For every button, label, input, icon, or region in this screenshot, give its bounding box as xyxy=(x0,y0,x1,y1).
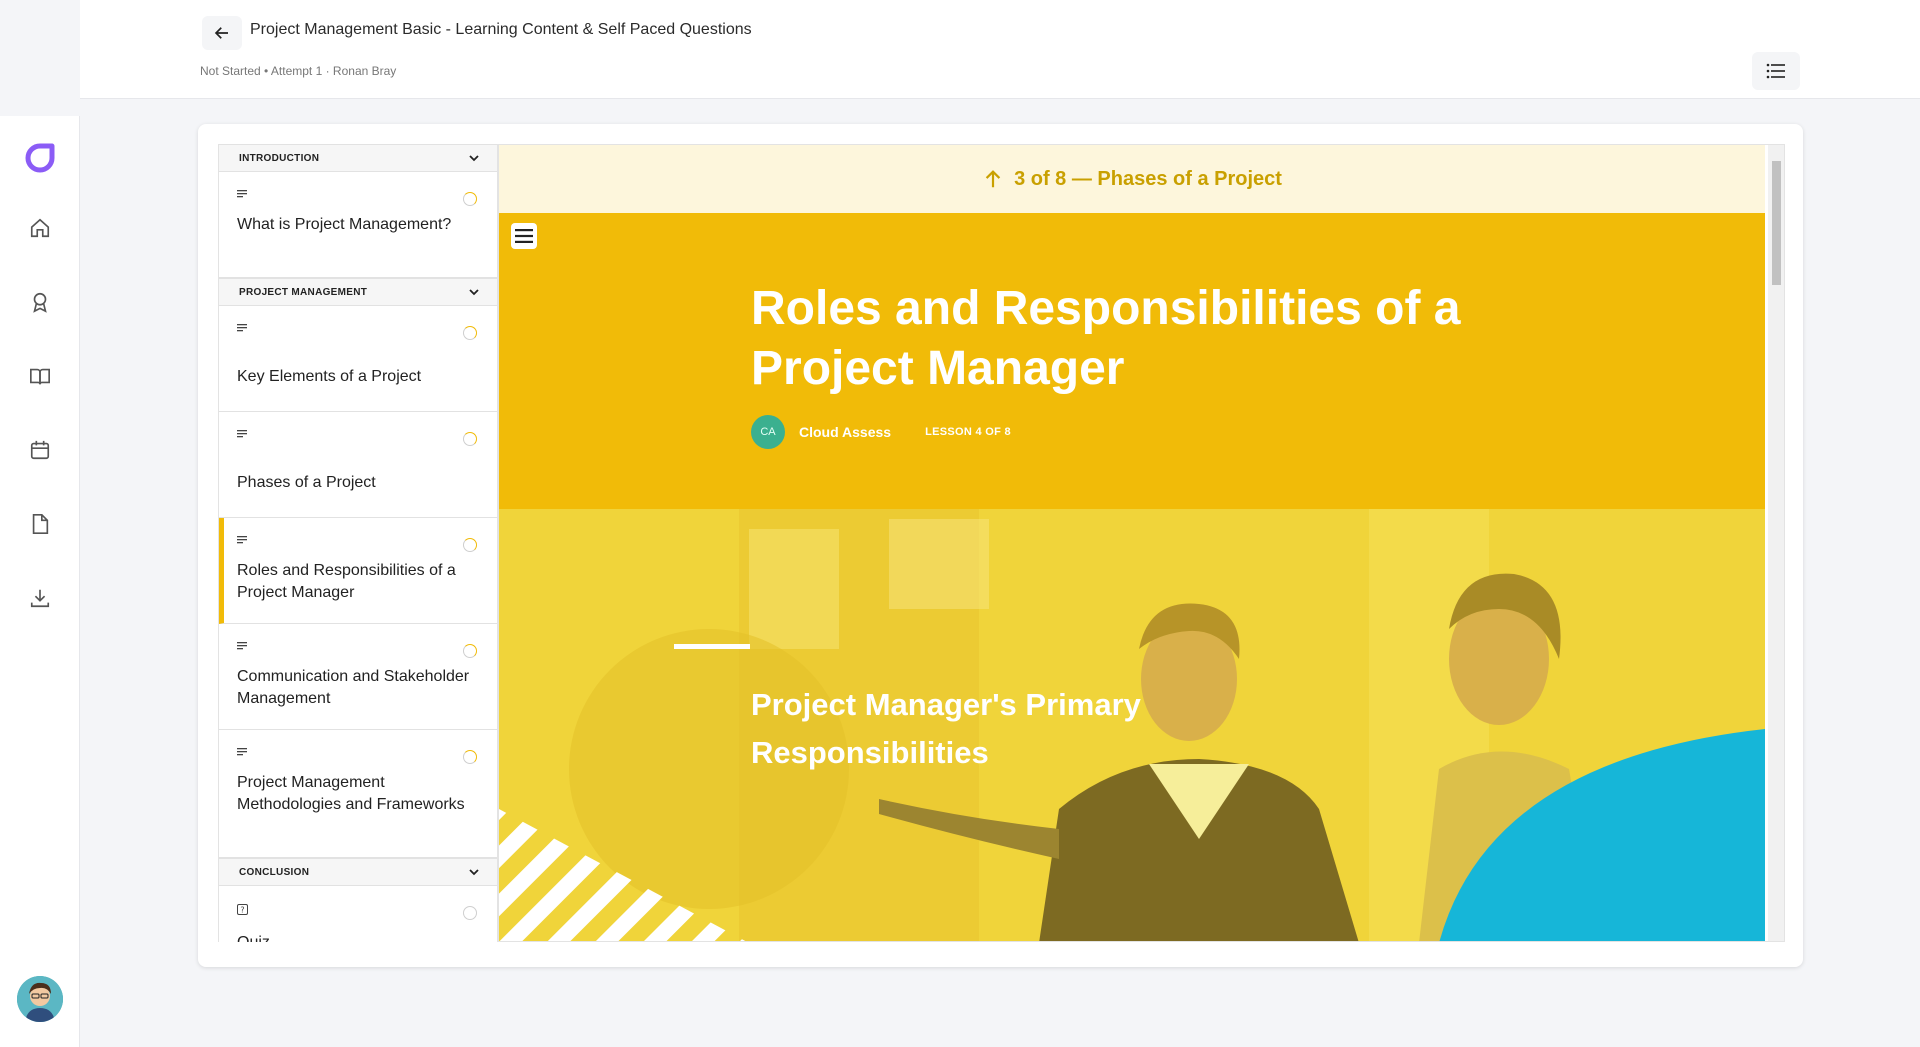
chevron-down-icon xyxy=(469,155,479,162)
section-header-introduction[interactable]: INTRODUCTION xyxy=(219,144,497,172)
lesson-item-active[interactable]: Roles and Responsibilities of a Project … xyxy=(219,518,497,624)
progress-ring-icon xyxy=(463,432,477,446)
progress-ring-icon xyxy=(463,538,477,552)
list-icon xyxy=(1766,63,1785,79)
section-heading: Project Manager's Primary Responsibiliti… xyxy=(751,687,1141,770)
left-nav-rail xyxy=(0,116,80,1047)
lesson-title: What is Project Management? xyxy=(237,216,452,233)
lesson-hero: Roles and Responsibilities of a Project … xyxy=(499,213,1765,509)
text-lines-icon xyxy=(237,324,473,338)
section-title: PROJECT MANAGEMENT xyxy=(239,286,368,298)
hamburger-icon xyxy=(515,229,533,243)
lesson-title: Communication and Stakeholder Management xyxy=(237,668,470,707)
lesson-meta: CA Cloud Assess LESSON 4 OF 8 xyxy=(751,415,1011,449)
lesson-title: Project Management Methodologies and Fra… xyxy=(237,774,465,813)
text-lines-icon xyxy=(237,642,473,656)
calendar-icon[interactable] xyxy=(26,436,54,464)
page-header: Project Management Basic - Learning Cont… xyxy=(80,0,1920,99)
accent-divider xyxy=(674,644,750,649)
logo-icon[interactable] xyxy=(24,142,56,174)
text-lines-icon xyxy=(237,748,473,762)
author-avatar: CA xyxy=(751,415,785,449)
lesson-player-card: INTRODUCTION What is Project Management?… xyxy=(198,124,1803,967)
lesson-content: 3 of 8 — Phases of a Project Roles and R… xyxy=(498,144,1785,942)
lesson-counter: LESSON 4 OF 8 xyxy=(925,426,1011,438)
content-scrollbar-thumb[interactable] xyxy=(1772,161,1781,285)
text-lines-icon xyxy=(237,430,473,444)
chevron-down-icon xyxy=(469,869,479,876)
rail-top-spacer xyxy=(0,0,80,116)
lesson-title: Key Elements of a Project xyxy=(237,368,422,385)
svg-text:?: ? xyxy=(240,906,244,915)
arrow-up-icon xyxy=(985,170,1001,188)
section-title: CONCLUSION xyxy=(239,866,310,878)
previous-lesson-label: 3 of 8 — Phases of a Project xyxy=(1014,167,1282,190)
lesson-title: Phases of a Project xyxy=(237,474,376,491)
lesson-item[interactable]: Communication and Stakeholder Management xyxy=(219,624,497,730)
document-icon[interactable] xyxy=(26,510,54,538)
back-button[interactable] xyxy=(202,16,242,50)
progress-ring-icon xyxy=(463,192,477,206)
quiz-icon: ? xyxy=(237,904,473,918)
progress-ring-icon xyxy=(463,326,477,340)
lesson-item[interactable]: Project Management Methodologies and Fra… xyxy=(219,730,497,858)
section-title: INTRODUCTION xyxy=(239,152,320,164)
arrow-left-icon xyxy=(214,27,228,39)
home-icon[interactable] xyxy=(26,214,54,242)
user-avatar[interactable] xyxy=(17,976,63,1022)
course-outline: INTRODUCTION What is Project Management?… xyxy=(218,144,498,942)
section-header-conclusion[interactable]: CONCLUSION xyxy=(219,858,497,886)
previous-lesson-banner[interactable]: 3 of 8 — Phases of a Project xyxy=(499,145,1765,213)
progress-ring-icon xyxy=(463,644,477,658)
attempt-status: Not Started • Attempt 1 · Ronan Bray xyxy=(200,64,397,78)
author-name: Cloud Assess xyxy=(799,424,892,440)
lesson-title: Roles and Responsibilities of a Project … xyxy=(237,562,456,601)
lesson-title-heading: Roles and Responsibilities of a Project … xyxy=(751,282,1461,395)
lesson-item[interactable]: Key Elements of a Project xyxy=(219,306,497,412)
lesson-item[interactable]: What is Project Management? xyxy=(219,172,497,278)
award-icon[interactable] xyxy=(26,288,54,316)
book-icon[interactable] xyxy=(26,362,54,390)
lesson-menu-button[interactable] xyxy=(511,223,537,249)
download-icon[interactable] xyxy=(26,584,54,612)
progress-ring-icon xyxy=(463,750,477,764)
text-lines-icon xyxy=(237,536,473,550)
section-image-block: Project Manager's Primary Responsibiliti… xyxy=(499,509,1765,941)
chevron-down-icon xyxy=(469,289,479,296)
outline-menu-button[interactable] xyxy=(1752,52,1800,90)
progress-ring-icon xyxy=(463,906,477,920)
text-lines-icon xyxy=(237,190,473,204)
content-scrollbar[interactable] xyxy=(1768,145,1784,941)
lesson-item[interactable]: Phases of a Project xyxy=(219,412,497,518)
course-title: Project Management Basic - Learning Cont… xyxy=(250,21,752,38)
lesson-title: Quiz xyxy=(237,932,473,942)
lesson-item[interactable]: ? Quiz xyxy=(219,886,497,942)
section-header-project-management[interactable]: PROJECT MANAGEMENT xyxy=(219,278,497,306)
